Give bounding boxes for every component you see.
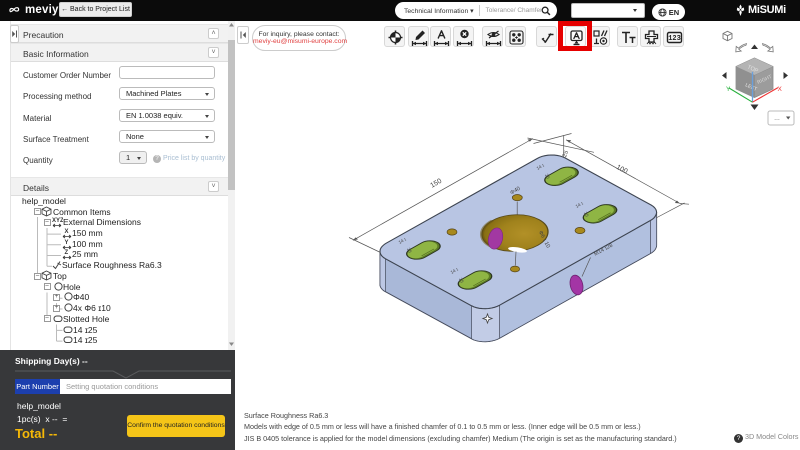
svg-text:X: X (65, 229, 69, 235)
svg-text:14 ɪ: 14 ɪ (575, 200, 585, 208)
svg-text:…: … (774, 116, 780, 122)
svg-text:Φ6 ɪ 10: Φ6 ɪ 10 (537, 230, 551, 249)
svg-text:150: 150 (429, 178, 443, 190)
svg-text:25: 25 (562, 149, 570, 158)
svg-text:14 ɪ: 14 ɪ (536, 162, 546, 170)
svg-text:Y: Y (726, 86, 731, 93)
svg-text:Z: Z (65, 250, 69, 256)
svg-text:25: 25 (458, 277, 465, 284)
svg-text:123: 123 (668, 35, 681, 43)
svg-text:XYZ: XYZ (52, 218, 63, 224)
svg-text:100: 100 (615, 164, 629, 176)
svg-text:TOP: TOP (746, 64, 759, 74)
svg-text:Y: Y (65, 240, 69, 246)
svg-text:25: 25 (406, 247, 413, 254)
svg-text:LEFT: LEFT (744, 82, 758, 92)
svg-text:Φ40: Φ40 (509, 186, 521, 196)
svg-text:RIGHT: RIGHT (756, 74, 773, 86)
svg-text:14 ɪ: 14 ɪ (450, 266, 460, 274)
svg-text:25: 25 (583, 211, 590, 218)
svg-text:14 ɪ: 14 ɪ (398, 236, 408, 244)
svg-text:X: X (778, 86, 783, 93)
svg-text:M14 ɪ28: M14 ɪ28 (593, 243, 614, 258)
svg-text:25: 25 (544, 173, 551, 180)
